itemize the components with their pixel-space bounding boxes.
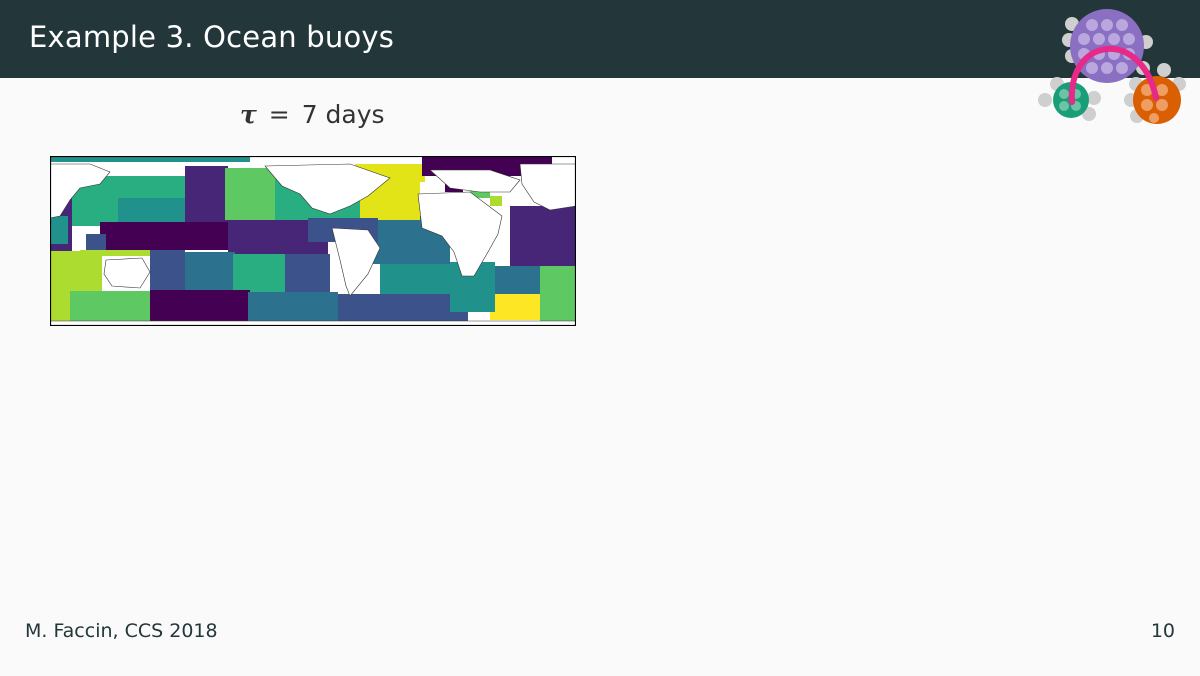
slide-header: Example 3. Ocean buoys bbox=[0, 0, 1200, 78]
tau-symbol: τ bbox=[240, 100, 257, 129]
ocean-partition-map bbox=[50, 156, 576, 326]
slide-title: Example 3. Ocean buoys bbox=[29, 20, 395, 54]
network-logo bbox=[1038, 9, 1186, 124]
page-number: 10 bbox=[1150, 620, 1175, 642]
tau-caption: τ = 7 days bbox=[240, 100, 385, 129]
footer-author: M. Faccin, CCS 2018 bbox=[25, 620, 218, 642]
equals-sign: = bbox=[268, 100, 290, 129]
tau-value: 7 days bbox=[301, 100, 385, 129]
